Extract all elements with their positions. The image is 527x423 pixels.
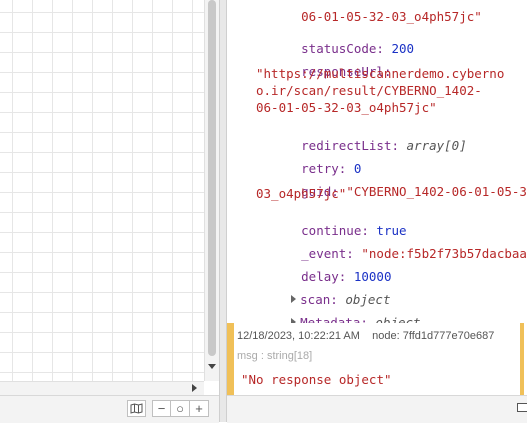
debug-message-object: 06-01-05-32-03_o4ph57jc" statusCode: 200… [227, 0, 527, 330]
debug-panel: 06-01-05-32-03_o4ph57jc" statusCode: 200… [227, 0, 527, 395]
message-meta: 12/18/2023, 10:22:21 AM node: 7ffd1d777e… [237, 330, 494, 342]
message-topic: msg : string[18] [237, 350, 313, 362]
zoom-reset-button[interactable]: ○ [171, 400, 190, 417]
zoom-out-button[interactable]: − [152, 400, 171, 417]
zoom-in-button[interactable]: + [190, 400, 209, 417]
monitor-icon[interactable] [517, 403, 527, 412]
zoom-in-icon: + [195, 401, 203, 416]
debug-footer [227, 395, 527, 423]
property-value: 06-01-05-32-03_o4ph57jc" [256, 100, 437, 115]
property-value: "CYBERNO_1402-06-01-05-32- [346, 184, 527, 199]
property-value: array[0] [406, 138, 467, 153]
property-value: 200 [391, 41, 415, 56]
map-button[interactable] [127, 400, 146, 417]
debug-message[interactable]: 12/18/2023, 10:22:21 AM node: 7ffd1d777e… [227, 323, 524, 395]
zoom-group: − ○ + [152, 400, 209, 417]
scroll-down-icon[interactable] [208, 364, 216, 369]
vertical-scroll-thumb[interactable] [208, 0, 216, 356]
canvas-horizontal-scrollbar[interactable] [0, 381, 204, 396]
canvas-vertical-scrollbar[interactable] [204, 0, 219, 381]
property-value: o.ir/scan/result/CYBERNO_1402- [256, 83, 482, 98]
message-payload[interactable]: "No response object" [241, 372, 392, 387]
zoom-tools: − ○ + [127, 400, 209, 417]
flow-canvas[interactable] [0, 0, 204, 381]
property-value: 03_o4ph57jc" [256, 186, 347, 201]
zoom-reset-icon: ○ [176, 401, 184, 416]
property-value: "https://multiscannerdemo.cyberno [256, 66, 505, 81]
property-value: 06-01-05-32-03_o4ph57jc" [301, 9, 482, 24]
message-timestamp: 12/18/2023, 10:22:21 AM [237, 330, 360, 342]
panel-divider[interactable] [219, 0, 227, 422]
map-icon [130, 403, 143, 414]
scroll-right-icon[interactable] [192, 384, 197, 392]
message-node-link[interactable]: node: 7ffd1d777e70e687 [372, 330, 494, 342]
zoom-out-icon: − [157, 401, 166, 416]
canvas-footer: − ○ + [0, 395, 219, 423]
